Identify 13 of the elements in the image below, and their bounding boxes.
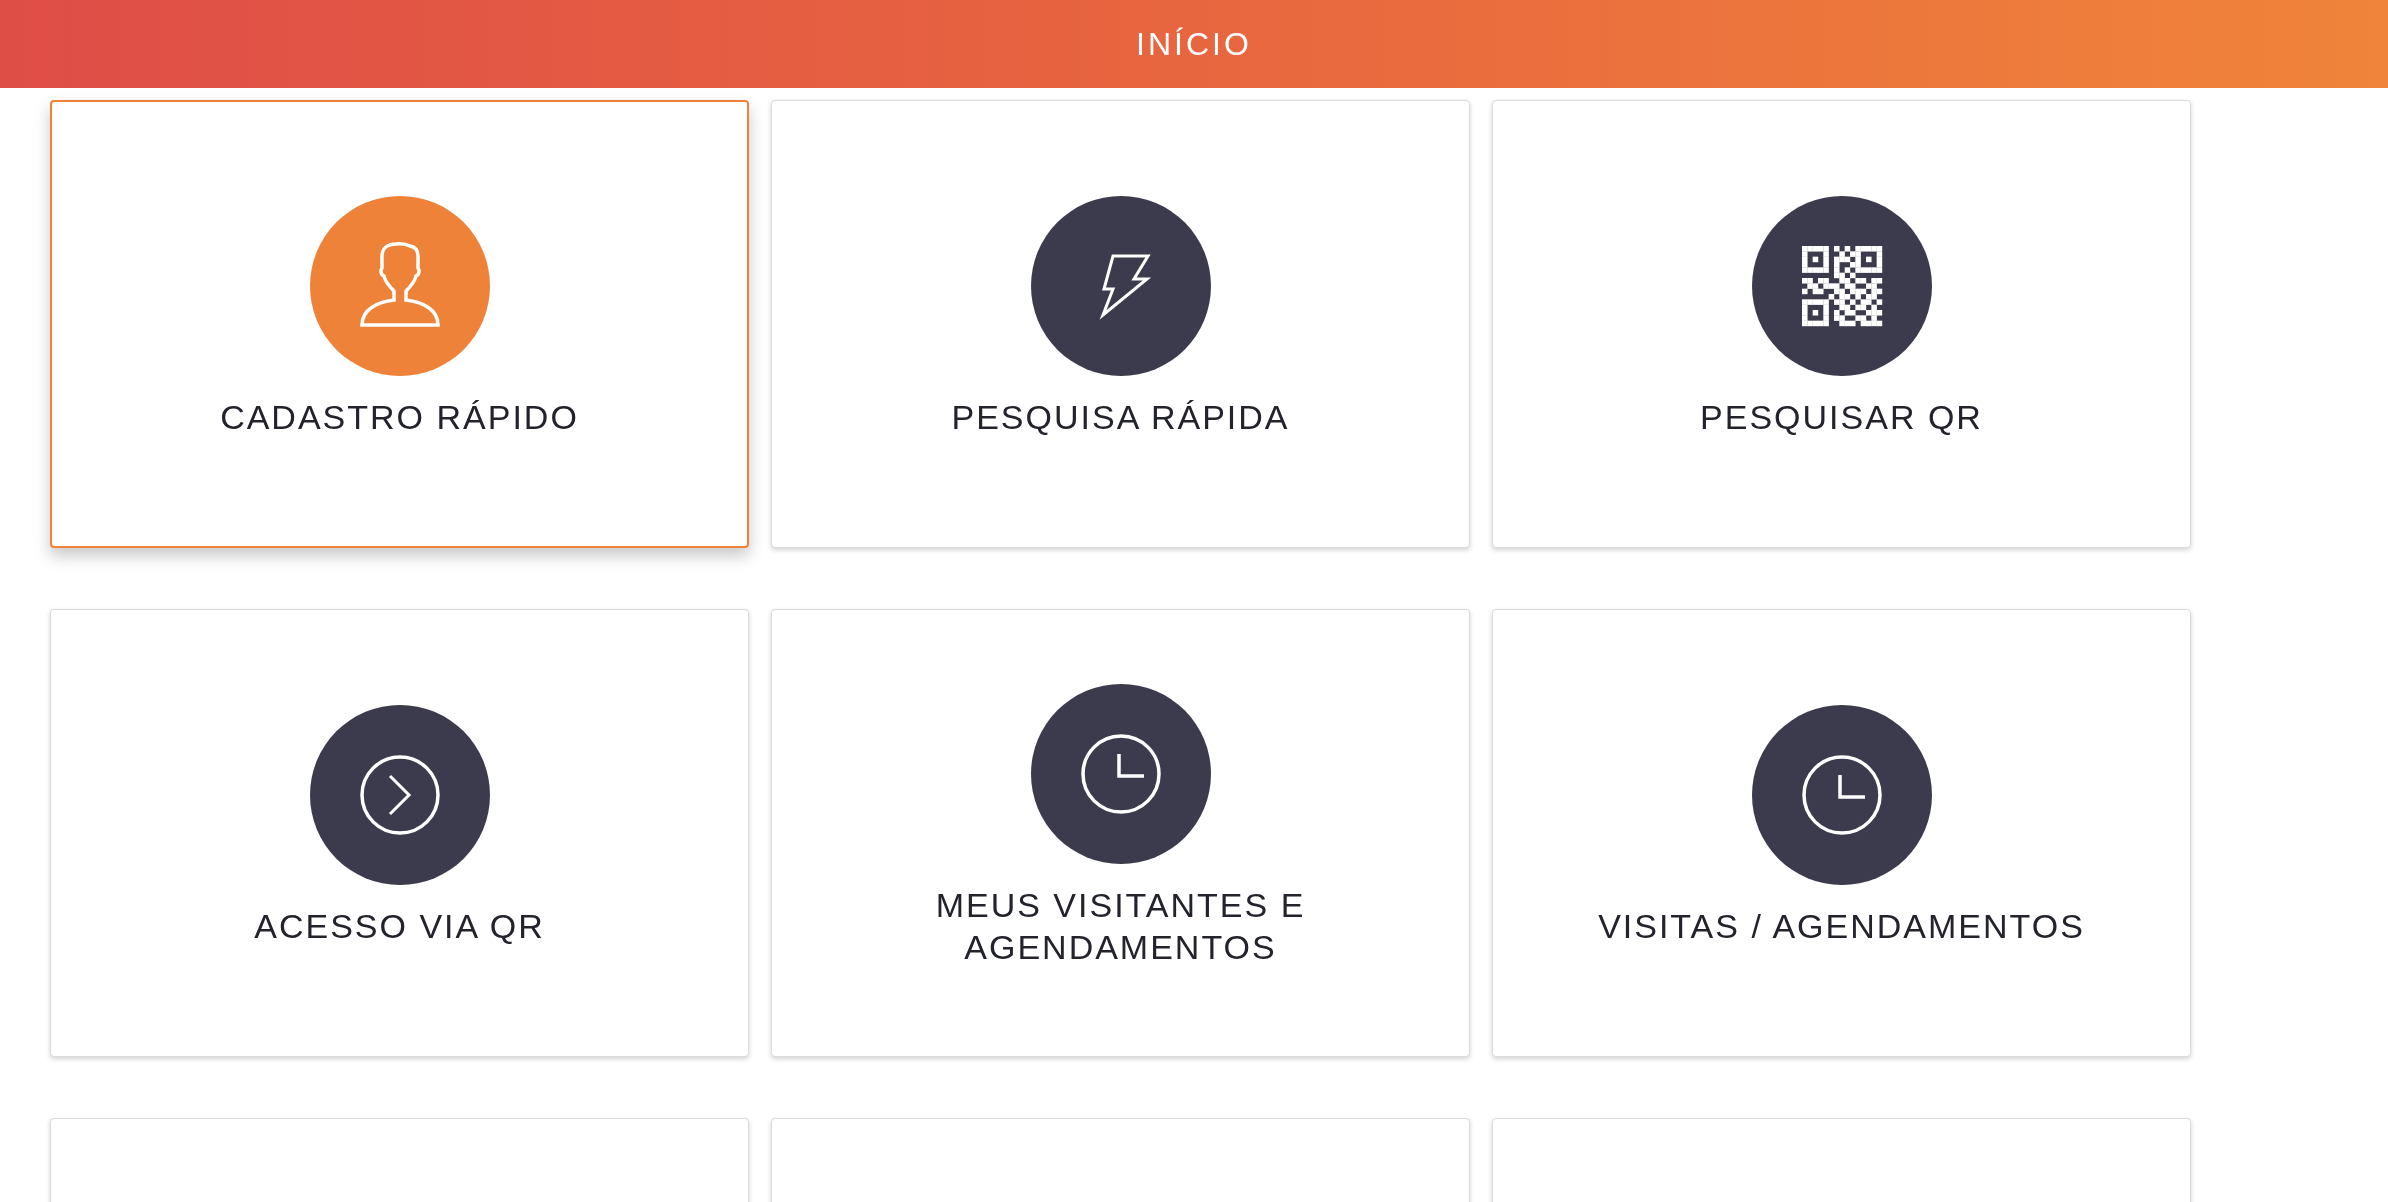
menu-tile[interactable]: PESQUISAR QR — [1492, 100, 2191, 548]
menu-tile[interactable]: MEUS VISITANTES E AGENDAMENTOS — [771, 609, 1470, 1057]
clock-icon — [1751, 705, 1932, 885]
chevron-circle-icon — [309, 705, 490, 885]
menu-tile[interactable]: CADASTRO RÁPIDO — [50, 100, 749, 548]
menu-tile[interactable]: PESQUISA RÁPIDA — [771, 100, 1470, 548]
page-title: INÍCIO — [1136, 28, 1252, 60]
menu-tile[interactable]: VISITAS / AGENDAMENTOS — [1492, 609, 2191, 1057]
lightning-icon — [1030, 196, 1211, 376]
menu-tile[interactable]: ACESSO VIA QR — [50, 609, 749, 1057]
qr-code-icon — [1751, 196, 1932, 376]
clock-icon — [1030, 684, 1211, 864]
person-icon — [309, 196, 490, 376]
